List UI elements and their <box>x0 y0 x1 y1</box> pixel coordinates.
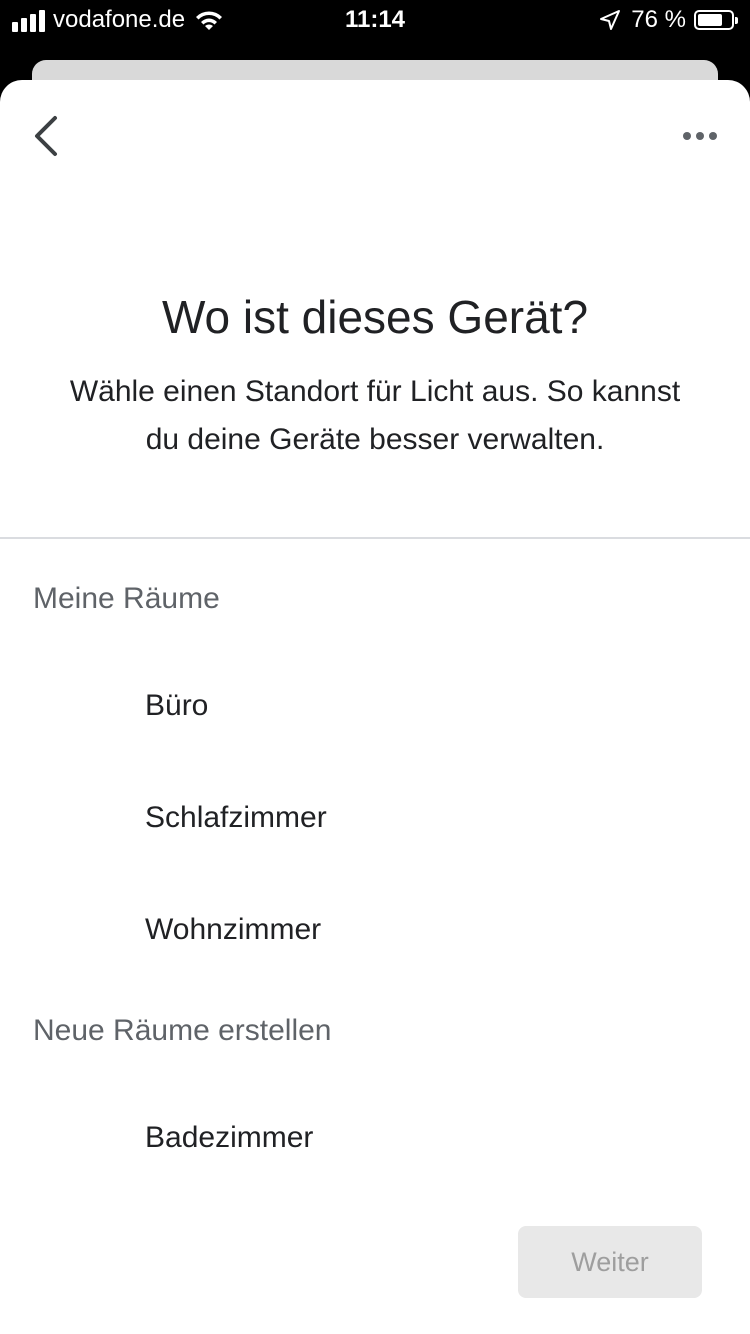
room-label: Büro <box>145 689 209 722</box>
location-arrow-icon <box>600 10 621 30</box>
battery-level <box>698 14 723 26</box>
section-label-my-rooms: Meine Räume <box>33 582 220 615</box>
battery-icon <box>694 10 738 30</box>
section-label-new-rooms: Neue Räume erstellen <box>33 1014 332 1047</box>
battery-percent: 76 % <box>631 6 686 33</box>
page-title: Wo ist dieses Gerät? <box>161 291 589 343</box>
more-horiz-icon <box>683 132 717 140</box>
more-options-button[interactable] <box>678 116 722 156</box>
room-item-buero[interactable]: Büro <box>0 656 750 756</box>
status-right: 76 % <box>599 6 738 34</box>
room-label: Badezimmer <box>145 1121 314 1154</box>
status-bar: vodafone.de 11:14 76 % <box>0 0 750 40</box>
back-button[interactable] <box>22 110 70 162</box>
room-picker-sheet: Wo ist dieses Gerät? Wähle einen Standor… <box>0 80 750 1334</box>
divider <box>0 537 750 539</box>
room-item-wohnzimmer[interactable]: Wohnzimmer <box>0 880 750 980</box>
room-label: Wohnzimmer <box>145 913 322 946</box>
next-button[interactable]: Weiter <box>518 1226 702 1298</box>
page-subtitle: Wähle einen Standort für Licht aus. So k… <box>69 375 681 456</box>
room-item-schlafzimmer[interactable]: Schlafzimmer <box>0 768 750 868</box>
room-label: Schlafzimmer <box>145 801 327 834</box>
chevron-left-icon <box>35 116 57 156</box>
room-item-badezimmer[interactable]: Badezimmer <box>0 1088 750 1188</box>
